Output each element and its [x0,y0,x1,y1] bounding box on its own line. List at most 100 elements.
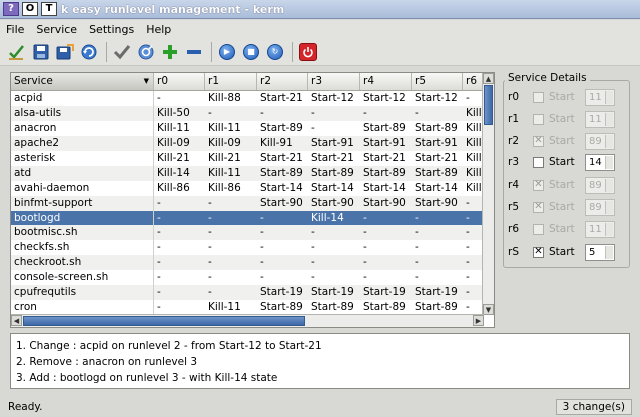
remove-icon[interactable] [183,41,205,63]
title-bar: ? O T k easy runlevel management - kerm [0,0,640,19]
column-header-r6[interactable]: r6 [463,73,484,90]
add-icon[interactable] [159,41,181,63]
window-option-button[interactable]: O [22,2,38,16]
table-row[interactable]: anacron Kill-11 Kill-11 Start-89- Start-89 St… [11,120,484,136]
runlevel-label: rS [508,246,519,258]
scroll-right-icon[interactable]: ▶ [473,315,484,326]
table-row[interactable]: atd Kill-14 Kill-11 Start-89 Start-89 Start-8… [11,165,484,181]
runlevel-cell: - [466,211,470,224]
column-header-r4[interactable]: r4 [360,73,412,90]
runlevel-cell: Start-89 [415,301,458,314]
info-icon[interactable] [135,41,157,63]
window-title: k easy runlevel management - kerm [61,2,285,16]
table-row[interactable]: binfmt-support - - Start-90 Start-90 Start-90… [11,195,484,211]
table-row[interactable]: bootlogd - - - Kill-14- - - [11,210,484,226]
window-stay-on-top-button[interactable]: T [41,2,57,16]
menu-settings[interactable]: Settings [83,23,140,36]
table-row[interactable]: checkfs.sh - - - - - - - [11,240,484,256]
runlevel-label: r4 [508,179,519,191]
help-icon[interactable]: ? [3,2,19,16]
runlevel-cell: Start-14 [363,181,406,194]
start-checkbox: ✕ [533,179,544,191]
runlevel-cell: Start-12 [363,92,406,104]
table-row[interactable]: alsa-utilsKill-50 - - - - - Kill-5 [11,105,484,121]
runlevel-cell: - [466,92,470,104]
runlevel-cell: - [466,286,470,299]
start-checkbox[interactable] [533,156,544,168]
quit-icon[interactable] [297,41,319,63]
runlevel-cell: Start-21 [260,151,303,164]
column-header-r3[interactable]: r3 [308,73,360,90]
table-row[interactable]: cpufrequtils - - Start-19 Start-19 Start-19 St… [11,285,484,301]
change-item[interactable]: 3. Add : bootlogd on runlevel 3 - with K… [16,370,624,386]
runlevel-cell: Start-19 [415,286,458,299]
table-header: Service ▼ r0 r1 r2 r3 r4 r5 r6 [11,73,484,91]
runlevel-cell: Kill-1 [466,166,484,179]
service-name-cell: cron [11,300,154,315]
apply-icon[interactable] [6,41,28,63]
runlevel-cell: - [157,286,161,299]
horizontal-scrollbar[interactable]: ◀ ▶ [11,314,484,327]
status-bar: Ready. 3 change(s) [0,396,640,417]
runlevel-cell: - [466,301,470,314]
runlevel-cell: Kill-50 [157,106,190,119]
service-name-cell: alsa-utils [11,105,154,121]
table-row[interactable]: acpid - Kill-88 Start-21 Start-12 Start-12 Sta… [11,91,484,106]
vertical-scrollbar[interactable]: ▲ ▼ [482,73,494,315]
menu-bar: File Service Settings Help [0,20,640,38]
restart-icon[interactable]: ↻ [264,41,286,63]
changes-list[interactable]: 1. Change : acpid on runlevel 2 - from S… [10,333,630,389]
scroll-up-icon[interactable]: ▲ [483,73,494,84]
column-header-r1[interactable]: r1 [205,73,257,90]
runlevel-cell: Start-91 [311,136,354,149]
vertical-scroll-thumb[interactable] [484,85,493,125]
start-icon[interactable]: ▶ [216,41,238,63]
runlevel-detail-row: r0 Start 11 [508,88,626,106]
stop-icon[interactable]: ■ [240,41,262,63]
change-item[interactable]: 2. Remove : anacron on runlevel 3 [16,354,624,370]
table-row[interactable]: bootmisc.sh - - - - - - - [11,225,484,241]
start-checkbox [533,91,544,103]
save-icon[interactable] [30,41,52,63]
refresh-icon: ↻ [267,43,283,60]
reload-icon[interactable] [78,41,100,63]
runlevel-cell: Kill-1 [466,121,484,134]
table-row[interactable]: avahi-daemon Kill-86 Kill-86 Start-14 Start-… [11,180,484,196]
menu-help[interactable]: Help [140,23,177,36]
scroll-left-icon[interactable]: ◀ [11,315,22,326]
save-as-icon[interactable] [54,41,76,63]
runlevel-cell: Kill-11 [208,301,241,314]
runlevel-detail-row: rS ✕ Start 5 [508,243,626,261]
change-item[interactable]: 1. Change : acpid on runlevel 2 - from S… [16,338,624,354]
table-row[interactable]: apache2 Kill-09 Kill-09 Kill-91 Start-91 Star… [11,135,484,151]
start-checkbox: ✕ [533,135,544,147]
horizontal-scroll-thumb[interactable] [23,316,305,326]
runlevel-cell: - [363,226,367,239]
runlevel-detail-row: r2 ✕ Start 89 [508,132,626,150]
column-header-r5[interactable]: r5 [412,73,463,90]
runlevel-cell: - [415,226,419,239]
runlevel-cell: - [208,286,212,299]
runlevel-cell: Kill-91 [260,136,293,149]
column-header-r0[interactable]: r0 [154,73,205,90]
runlevel-detail-row: r5 ✕ Start 89 [508,198,626,216]
menu-service[interactable]: Service [30,23,83,36]
table-row[interactable]: console-screen.sh - - - - - - - [11,270,484,286]
runlevel-cell: - [260,226,264,239]
menu-file[interactable]: File [0,23,30,36]
table-row[interactable]: cron - Kill-11 Start-89 Start-89 Start-89 Star… [11,300,484,315]
runlevel-cell: - [311,241,315,254]
start-label: Start [549,156,575,168]
service-name-cell: asterisk [11,150,154,166]
column-header-service[interactable]: Service ▼ [11,73,154,90]
column-header-r2[interactable]: r2 [257,73,308,90]
sequence-spinbox[interactable]: 14 [585,153,615,171]
runlevel-cell: - [363,211,367,224]
runlevel-cell: - [208,256,212,269]
sequence-spinbox[interactable]: 5 [585,243,615,261]
table-row[interactable]: asterisk Kill-21 Kill-21 Start-21 Start-21 St… [11,150,484,166]
scroll-down-icon[interactable]: ▼ [483,304,494,315]
table-row[interactable]: checkroot.sh - - - - - - - [11,255,484,271]
start-checkbox[interactable]: ✕ [533,246,544,258]
check-icon[interactable] [111,41,133,63]
